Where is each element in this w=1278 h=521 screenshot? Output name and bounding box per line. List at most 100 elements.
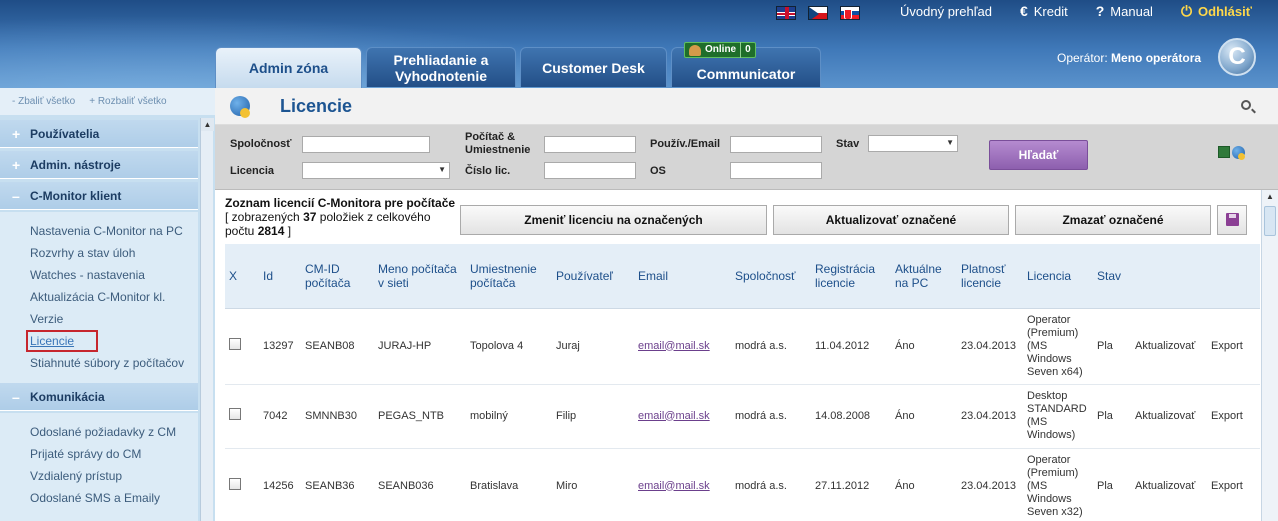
sidebar-scrollbar[interactable]: ▲	[200, 118, 214, 521]
sidebar-item-remote-access[interactable]: Vzdialený prístup	[0, 465, 198, 487]
cell-current: Áno	[891, 308, 957, 385]
email-link[interactable]: email@mail.sk	[638, 340, 710, 352]
tab-browse-evaluate[interactable]: Prehliadanie a Vyhodnotenie	[366, 47, 516, 87]
company-input[interactable]	[302, 136, 430, 153]
email-link[interactable]: email@mail.sk	[638, 480, 710, 492]
col-state[interactable]: Stav	[1093, 244, 1131, 309]
change-license-button[interactable]: Zmeniť licenciu na označených	[460, 205, 767, 235]
search-icon[interactable]	[1241, 100, 1251, 110]
sidebar: - Zbaliť všetko + Rozbaliť všetko + Použ…	[0, 88, 215, 521]
delete-selected-button[interactable]: Zmazať označené	[1015, 205, 1211, 235]
table-row: 13297 SEANB08 JURAJ-HP Topolova 4 Juraj …	[225, 308, 1260, 385]
sidebar-item-received-messages[interactable]: Prijaté správy do CM	[0, 443, 198, 465]
row-checkbox[interactable]	[229, 408, 241, 420]
tab-customer-desk[interactable]: Customer Desk	[520, 47, 667, 87]
manual-link[interactable]: ? Manual	[1096, 3, 1153, 19]
filter-panel: Spoločnosť Licencia Počítač & Umiestneni…	[215, 125, 1278, 190]
sidebar-item-licenses[interactable]: Licencie	[0, 330, 198, 352]
sidebar-item-sent-requests[interactable]: Odoslané požiadavky z CM	[0, 421, 198, 443]
uk-flag-icon[interactable]	[776, 6, 796, 20]
tab-admin-zone[interactable]: Admin zóna	[215, 47, 362, 88]
col-email[interactable]: Email	[634, 244, 731, 309]
sk-flag-icon[interactable]	[840, 6, 860, 20]
expand-all-link[interactable]: + Rozbaliť všetko	[89, 96, 166, 107]
excel-export-icon[interactable]	[1218, 146, 1230, 158]
license-select[interactable]	[302, 162, 450, 179]
operator-name[interactable]: Meno operátora	[1111, 51, 1201, 65]
list-summary: Zoznam licencií C-Monitora pre počítače …	[225, 196, 456, 238]
col-user[interactable]: Používateľ	[552, 244, 634, 309]
sidebar-item-watches[interactable]: Watches - nastavenia	[0, 264, 198, 286]
cell-cmid: SEANB08	[301, 308, 374, 385]
sidebar-section-admin-tools[interactable]: + Admin. nástroje	[0, 151, 198, 179]
cell-location: mobilný	[466, 384, 552, 449]
sidebar-item-schedules[interactable]: Rozvrhy a stav úloh	[0, 242, 198, 264]
os-input[interactable]	[730, 162, 822, 179]
sidebar-item-sent-sms[interactable]: Odoslané SMS a Emaily	[0, 487, 198, 509]
credit-link[interactable]: € Kredit	[1020, 3, 1068, 19]
save-button[interactable]	[1217, 205, 1247, 235]
sidebar-item-downloaded-files[interactable]: Stiahnuté súbory z počítačov	[0, 352, 198, 374]
lic-number-input[interactable]	[544, 162, 636, 179]
user-email-input[interactable]	[730, 136, 822, 153]
col-location[interactable]: Umiestnenie počítača	[466, 244, 552, 309]
col-current[interactable]: Aktuálne na PC	[891, 244, 957, 309]
row-checkbox[interactable]	[229, 338, 241, 350]
overview-link[interactable]: Úvodný prehľad	[900, 3, 992, 19]
sidebar-item-cmonitor-settings[interactable]: Nastavenia C-Monitor na PC	[0, 220, 198, 242]
col-id[interactable]: Id	[259, 244, 301, 309]
export-link[interactable]: Export	[1207, 448, 1260, 521]
col-select[interactable]: X	[225, 244, 259, 309]
export-link[interactable]: Export	[1207, 308, 1260, 385]
col-update	[1131, 244, 1207, 309]
logout-link[interactable]: ⏻ Odhlásiť	[1181, 3, 1252, 19]
computer-input[interactable]	[544, 136, 636, 153]
globe-export-icon[interactable]	[1232, 146, 1245, 160]
cell-current: Áno	[891, 448, 957, 521]
update-selected-button[interactable]: Aktualizovať označené	[773, 205, 1009, 235]
cell-id: 7042	[259, 384, 301, 449]
col-export	[1207, 244, 1260, 309]
col-license[interactable]: Licencia	[1023, 244, 1093, 309]
cell-user: Juraj	[552, 308, 634, 385]
main-content: Licencie Spoločnosť Licencia Počítač & U…	[215, 88, 1278, 521]
app-header: Úvodný prehľad € Kredit ? Manual ⏻ Odhlásiť…	[0, 0, 1278, 88]
list-header: Zoznam licencií C-Monitora pre počítače …	[215, 190, 1260, 244]
sidebar-item-cmonitor-update[interactable]: Aktualizácia C-Monitor kl.	[0, 286, 198, 308]
update-link[interactable]: Aktualizovať	[1131, 448, 1207, 521]
main-scrollbar[interactable]: ▲	[1261, 190, 1278, 521]
sidebar-section-communication[interactable]: – Komunikácia	[0, 383, 198, 411]
col-registration[interactable]: Registrácia licencie	[811, 244, 891, 309]
cell-cmid: SMNNB30	[301, 384, 374, 449]
computer-label: Počítač & Umiestnenie	[465, 131, 531, 156]
cz-flag-icon[interactable]	[808, 6, 828, 20]
sidebar-item-versions[interactable]: Verzie	[0, 308, 198, 330]
col-company[interactable]: Spoločnosť	[731, 244, 811, 309]
state-select[interactable]	[868, 135, 958, 152]
row-checkbox[interactable]	[229, 478, 241, 490]
search-button[interactable]: Hľadať	[989, 140, 1088, 170]
update-link[interactable]: Aktualizovať	[1131, 308, 1207, 385]
cell-company: modrá a.s.	[731, 384, 811, 449]
licenses-table: X Id CM-ID počítača Meno počítača v siet…	[225, 244, 1260, 521]
update-link[interactable]: Aktualizovať	[1131, 384, 1207, 449]
cell-state: Pla	[1093, 384, 1131, 449]
page-title: Licencie	[280, 95, 353, 116]
col-validity[interactable]: Platnosť licencie	[957, 244, 1023, 309]
sidebar-section-users[interactable]: + Používatelia	[0, 120, 198, 148]
user-email-label: Použív./Email	[650, 138, 721, 150]
col-cmid[interactable]: CM-ID počítača	[301, 244, 374, 309]
scroll-thumb[interactable]	[1264, 206, 1276, 236]
scroll-up-icon[interactable]: ▲	[1262, 190, 1278, 204]
user-icon	[689, 44, 701, 56]
cell-state: Pla	[1093, 448, 1131, 521]
cell-id: 13297	[259, 308, 301, 385]
export-link[interactable]: Export	[1207, 384, 1260, 449]
tab-communicator[interactable]: Online 0 Communicator	[671, 42, 821, 87]
scroll-up-icon[interactable]: ▲	[201, 118, 214, 131]
email-link[interactable]: email@mail.sk	[638, 410, 710, 422]
sidebar-section-cmonitor[interactable]: – C-Monitor klient	[0, 182, 198, 210]
collapse-all-link[interactable]: - Zbaliť všetko	[12, 96, 75, 107]
col-computer-name[interactable]: Meno počítača v sieti	[374, 244, 466, 309]
expand-icon: +	[12, 125, 21, 142]
